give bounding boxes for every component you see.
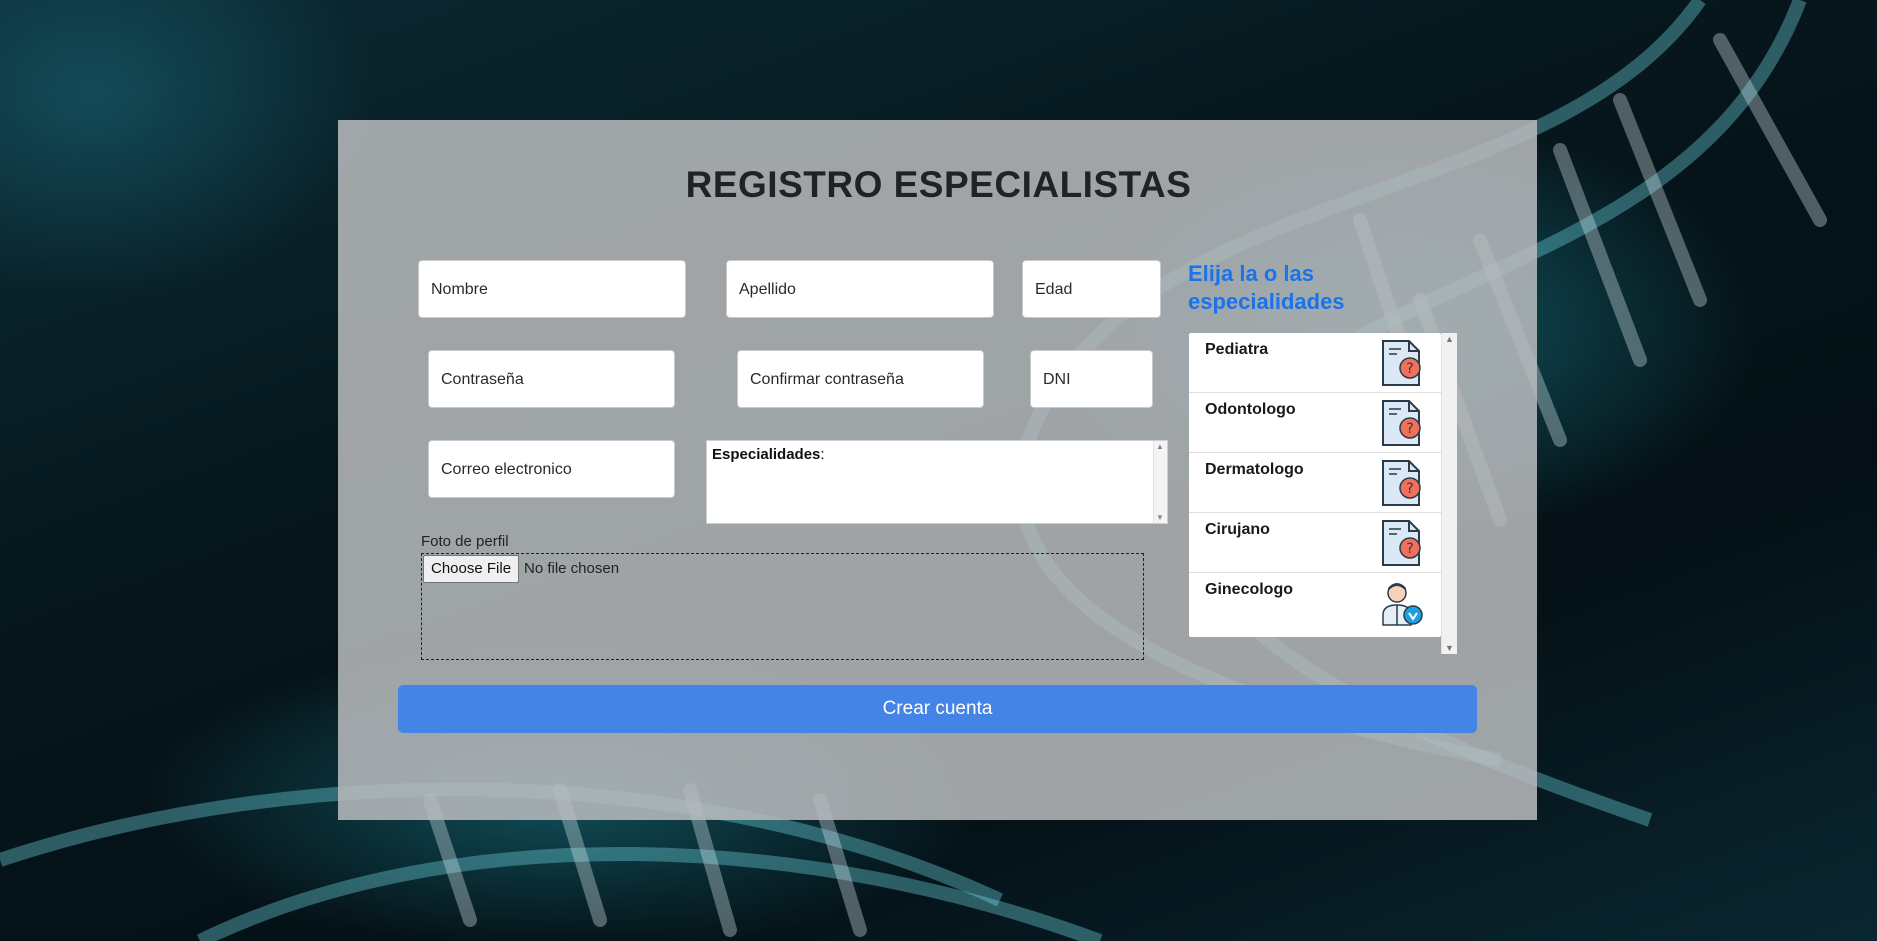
- specialty-name: Cirujano: [1205, 521, 1270, 538]
- apellido-field[interactable]: Apellido: [726, 260, 994, 318]
- foto-perfil-label: Foto de perfil: [421, 533, 509, 550]
- correo-field[interactable]: Correo electronico: [428, 440, 675, 498]
- scroll-up-icon[interactable]: ▲: [1156, 442, 1164, 451]
- specialty-name: Dermatologo: [1205, 461, 1304, 478]
- specialties-list[interactable]: Pediatra ? Odontologo ? Dermatologo ? Ci…: [1189, 333, 1441, 637]
- unknown-document-icon: ?: [1382, 400, 1421, 446]
- specialty-item-dermatologo[interactable]: Dermatologo ?: [1189, 453, 1441, 513]
- scroll-down-icon[interactable]: ▼: [1445, 643, 1454, 653]
- textarea-scrollbar[interactable]: ▲ ▼: [1153, 441, 1167, 523]
- photo-dropzone[interactable]: Choose File No file chosen: [421, 553, 1144, 660]
- scroll-up-icon[interactable]: ▲: [1445, 334, 1454, 344]
- edad-field[interactable]: Edad: [1022, 260, 1161, 318]
- unknown-document-icon: ?: [1382, 520, 1421, 566]
- specialty-item-cirujano[interactable]: Cirujano ?: [1189, 513, 1441, 573]
- confirmar-contrasena-placeholder: Confirmar contraseña: [750, 371, 904, 388]
- crear-cuenta-button[interactable]: Crear cuenta: [398, 685, 1477, 733]
- correo-placeholder: Correo electronico: [441, 461, 572, 478]
- scroll-down-icon[interactable]: ▼: [1156, 513, 1164, 522]
- no-file-text: No file chosen: [524, 560, 620, 577]
- svg-text:?: ?: [1406, 421, 1413, 437]
- dni-field[interactable]: DNI: [1030, 350, 1153, 408]
- choose-file-button[interactable]: Choose File: [423, 555, 520, 583]
- contrasena-placeholder: Contraseña: [441, 371, 524, 388]
- specialty-item-ginecologo[interactable]: Ginecologo: [1189, 573, 1441, 633]
- specialty-item-odontologo[interactable]: Odontologo ?: [1189, 393, 1441, 453]
- specialty-item-pediatra[interactable]: Pediatra ?: [1189, 333, 1441, 393]
- doctor-icon: [1382, 583, 1423, 626]
- contrasena-field[interactable]: Contraseña: [428, 350, 675, 408]
- especialidades-textarea[interactable]: Especialidades: ▲ ▼: [706, 440, 1168, 524]
- dni-placeholder: DNI: [1043, 371, 1071, 388]
- confirmar-contrasena-field[interactable]: Confirmar contraseña: [737, 350, 984, 408]
- apellido-placeholder: Apellido: [739, 281, 796, 298]
- especialidades-label: Especialidades: [712, 446, 821, 463]
- svg-text:?: ?: [1406, 481, 1413, 497]
- specialties-scrollbar[interactable]: ▲ ▼: [1441, 333, 1457, 654]
- svg-text:?: ?: [1406, 361, 1413, 377]
- specialty-name: Pediatra: [1205, 341, 1269, 358]
- nombre-field[interactable]: Nombre: [418, 260, 686, 318]
- page-title: REGISTRO ESPECIALISTAS: [685, 164, 1192, 205]
- svg-text:?: ?: [1406, 541, 1413, 557]
- unknown-document-icon: ?: [1382, 340, 1421, 386]
- specialties-heading: Elija la o las especialidades: [1188, 261, 1345, 314]
- especialidades-colon: :: [820, 446, 825, 463]
- edad-placeholder: Edad: [1035, 281, 1073, 298]
- unknown-document-icon: ?: [1382, 460, 1421, 506]
- nombre-placeholder: Nombre: [431, 281, 488, 298]
- specialty-name: Ginecologo: [1205, 581, 1293, 598]
- specialty-name: Odontologo: [1205, 401, 1296, 418]
